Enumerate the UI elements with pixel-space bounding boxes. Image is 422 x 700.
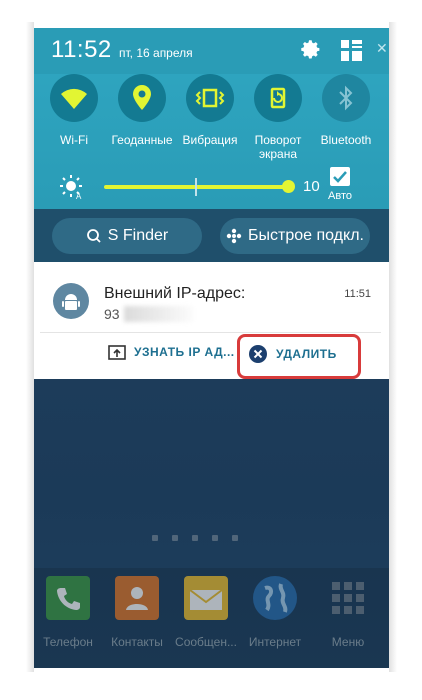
dock-dim-overlay — [34, 568, 389, 668]
notification-title: Внешний IP-адрес: — [104, 285, 246, 302]
toggle-rotation[interactable]: Поворот экрана — [243, 74, 313, 161]
quick-connect-button[interactable]: Быстрое подкл. — [220, 218, 370, 254]
quick-connect-icon — [226, 228, 242, 244]
auto-brightness-checkbox[interactable] — [330, 167, 350, 186]
dock-label: Интернет — [248, 635, 302, 649]
brightness-slider-track[interactable] — [104, 185, 290, 189]
brightness-icon: A — [60, 175, 82, 200]
page-indicator — [152, 535, 238, 541]
dock-label: Телефон — [43, 635, 93, 649]
toggle-label: Wi-Fi — [60, 133, 88, 147]
status-bar: 11:52 пт, 16 апреля ✕ — [34, 28, 389, 74]
toggle-label: Вибрация — [182, 133, 238, 147]
dock-label: Контакты — [111, 635, 163, 649]
open-in-icon — [108, 345, 126, 360]
checkmark-icon — [333, 171, 347, 183]
edit-grid-icon[interactable] — [341, 40, 362, 61]
dock-label: Сообщен... — [175, 635, 237, 649]
toggle-bluetooth[interactable]: Bluetooth — [311, 74, 381, 147]
s-finder-label: S Finder — [107, 227, 169, 244]
toggle-label: Bluetooth — [320, 133, 372, 147]
bluetooth-icon — [322, 74, 370, 122]
ip-redaction — [124, 306, 194, 322]
clock: 11:52 — [51, 36, 112, 63]
toggle-wifi[interactable]: Wi-Fi — [39, 74, 109, 147]
brightness-slider-mark — [195, 178, 197, 196]
auto-brightness-label: Авто — [328, 190, 352, 202]
android-icon — [53, 283, 89, 319]
highlight-frame — [237, 334, 361, 379]
phone-screen: 11:52 пт, 16 апреля ✕ Wi-Fi Геоданные Ви… — [34, 28, 389, 668]
toggle-label: Поворот экрана — [254, 133, 302, 161]
gear-icon[interactable] — [300, 39, 322, 61]
find-ip-label: УЗНАТЬ IP АД... — [134, 345, 235, 359]
notification-card[interactable]: Внешний IP-адрес: 11:51 93 УЗНАТЬ IP АД.… — [40, 269, 381, 379]
vibrate-icon — [186, 74, 234, 122]
find-ip-button[interactable]: УЗНАТЬ IP АД... — [108, 344, 235, 360]
brightness-value: 10 — [303, 178, 320, 195]
brightness-slider-thumb[interactable] — [282, 180, 295, 193]
frame-shadow-left — [26, 22, 34, 672]
notification-time: 11:51 — [344, 288, 371, 300]
rotate-icon — [254, 74, 302, 122]
wifi-icon — [50, 74, 98, 122]
notification-ip: 93 — [104, 306, 120, 322]
divider — [40, 332, 381, 333]
toggle-location[interactable]: Геоданные — [107, 74, 177, 147]
toggle-vibration[interactable]: Вибрация — [175, 74, 245, 147]
close-icon: ✕ — [376, 40, 388, 56]
frame-shadow-right — [389, 22, 397, 672]
date-label: пт, 16 апреля — [119, 46, 193, 60]
phone-frame: 11:52 пт, 16 апреля ✕ Wi-Fi Геоданные Ви… — [0, 0, 422, 700]
search-icon — [86, 229, 101, 243]
toggle-label: Геоданные — [111, 133, 173, 147]
dock-label: Меню — [331, 635, 365, 649]
quick-connect-label: Быстрое подкл. — [248, 227, 364, 244]
svg-text:A: A — [76, 192, 82, 200]
location-icon — [118, 74, 166, 122]
s-finder-button[interactable]: S Finder — [52, 218, 202, 254]
